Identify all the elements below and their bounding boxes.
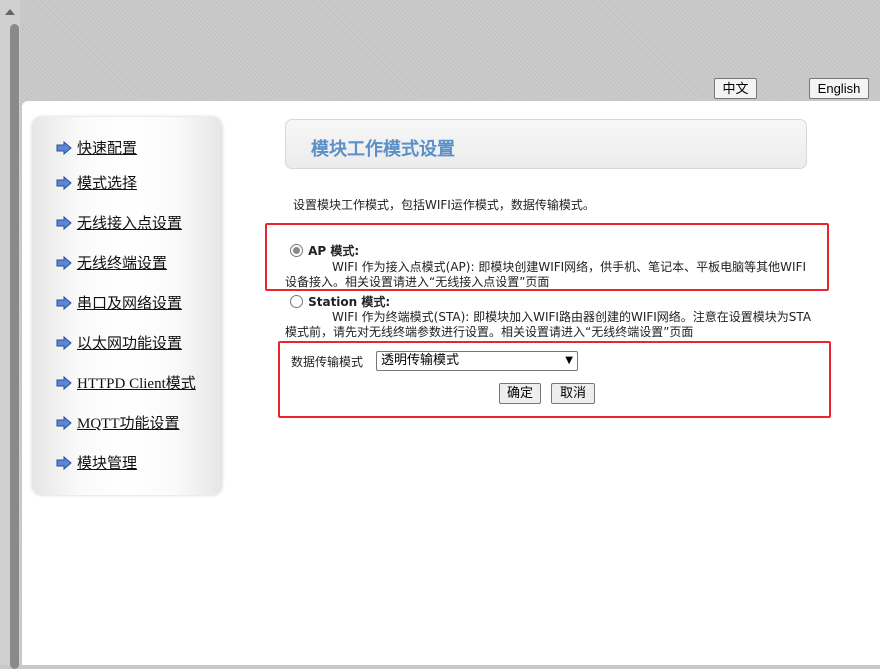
- arrow-right-icon: [56, 335, 72, 350]
- sidebar-item-label: 以太网功能设置: [77, 336, 183, 352]
- confirm-button[interactable]: 确定: [499, 383, 541, 404]
- sta-mode-radio[interactable]: [290, 295, 303, 308]
- sidebar-item[interactable]: 无线终端设置: [56, 252, 167, 273]
- sidebar-item[interactable]: MQTT功能设置: [56, 412, 180, 433]
- sidebar-item[interactable]: 无线接入点设置: [56, 212, 182, 233]
- sidebar-item-label: 模式选择: [77, 176, 138, 192]
- transfer-mode-select[interactable]: 透明传输模式 ▼: [376, 351, 578, 371]
- page-description: 设置模块工作模式，包括WIFI运作模式，数据传输模式。: [293, 198, 595, 212]
- scroll-up-icon[interactable]: [5, 9, 15, 15]
- ap-mode-option[interactable]: AP 模式:: [290, 240, 359, 259]
- lang-english-button[interactable]: English: [809, 78, 869, 99]
- cancel-button[interactable]: 取消: [551, 383, 595, 404]
- arrow-right-icon: [56, 415, 72, 430]
- ap-mode-label: AP 模式:: [308, 244, 360, 258]
- sidebar-item[interactable]: HTTPD Client模式: [56, 372, 196, 393]
- page-title: 模块工作模式设置: [311, 139, 455, 160]
- scrollbar[interactable]: [0, 0, 20, 669]
- sidebar-item-label: 快速配置: [77, 141, 138, 157]
- lang-chinese-button[interactable]: 中文: [714, 78, 757, 99]
- sidebar-item-label: 无线终端设置: [77, 256, 168, 272]
- sidebar-item[interactable]: 模块管理: [56, 452, 137, 473]
- chevron-down-icon: ▼: [565, 355, 573, 366]
- sta-mode-desc-2: 模式前，请先对无线终端参数进行设置。相关设置请进入“无线终端设置”页面: [285, 325, 694, 339]
- sta-mode-label: Station 模式:: [308, 295, 391, 309]
- arrow-right-icon: [56, 255, 72, 270]
- sidebar-item-label: HTTPD Client模式: [77, 376, 196, 392]
- ap-mode-desc-2: 设备接入。相关设置请进入“无线接入点设置”页面: [285, 275, 550, 289]
- transfer-mode-value: 透明传输模式: [381, 353, 460, 368]
- scroll-thumb[interactable]: [10, 24, 19, 669]
- arrow-right-icon: [56, 140, 72, 155]
- sidebar-item-label: 模块管理: [77, 456, 138, 472]
- arrow-right-icon: [56, 295, 72, 310]
- arrow-right-icon: [56, 375, 72, 390]
- sidebar-item[interactable]: 模式选择: [56, 172, 137, 193]
- page-header: 模块工作模式设置: [285, 119, 807, 169]
- sidebar-item-label: MQTT功能设置: [77, 416, 180, 432]
- sidebar-item[interactable]: 串口及网络设置: [56, 292, 182, 313]
- arrow-right-icon: [56, 455, 72, 470]
- sidebar-item-label: 无线接入点设置: [77, 216, 183, 232]
- sidebar-item-label: 串口及网络设置: [77, 296, 183, 312]
- transfer-mode-label: 数据传输模式: [291, 355, 364, 369]
- sidebar-item[interactable]: 快速配置: [56, 137, 137, 158]
- arrow-right-icon: [56, 175, 72, 190]
- sidebar: 快速配置模式选择无线接入点设置 无线终端设置 串口及网络设置 以太网功能设置 HTTPD…: [32, 117, 222, 495]
- arrow-right-icon: [56, 215, 72, 230]
- sidebar-item[interactable]: 以太网功能设置: [56, 332, 182, 353]
- ap-mode-radio[interactable]: [290, 244, 303, 257]
